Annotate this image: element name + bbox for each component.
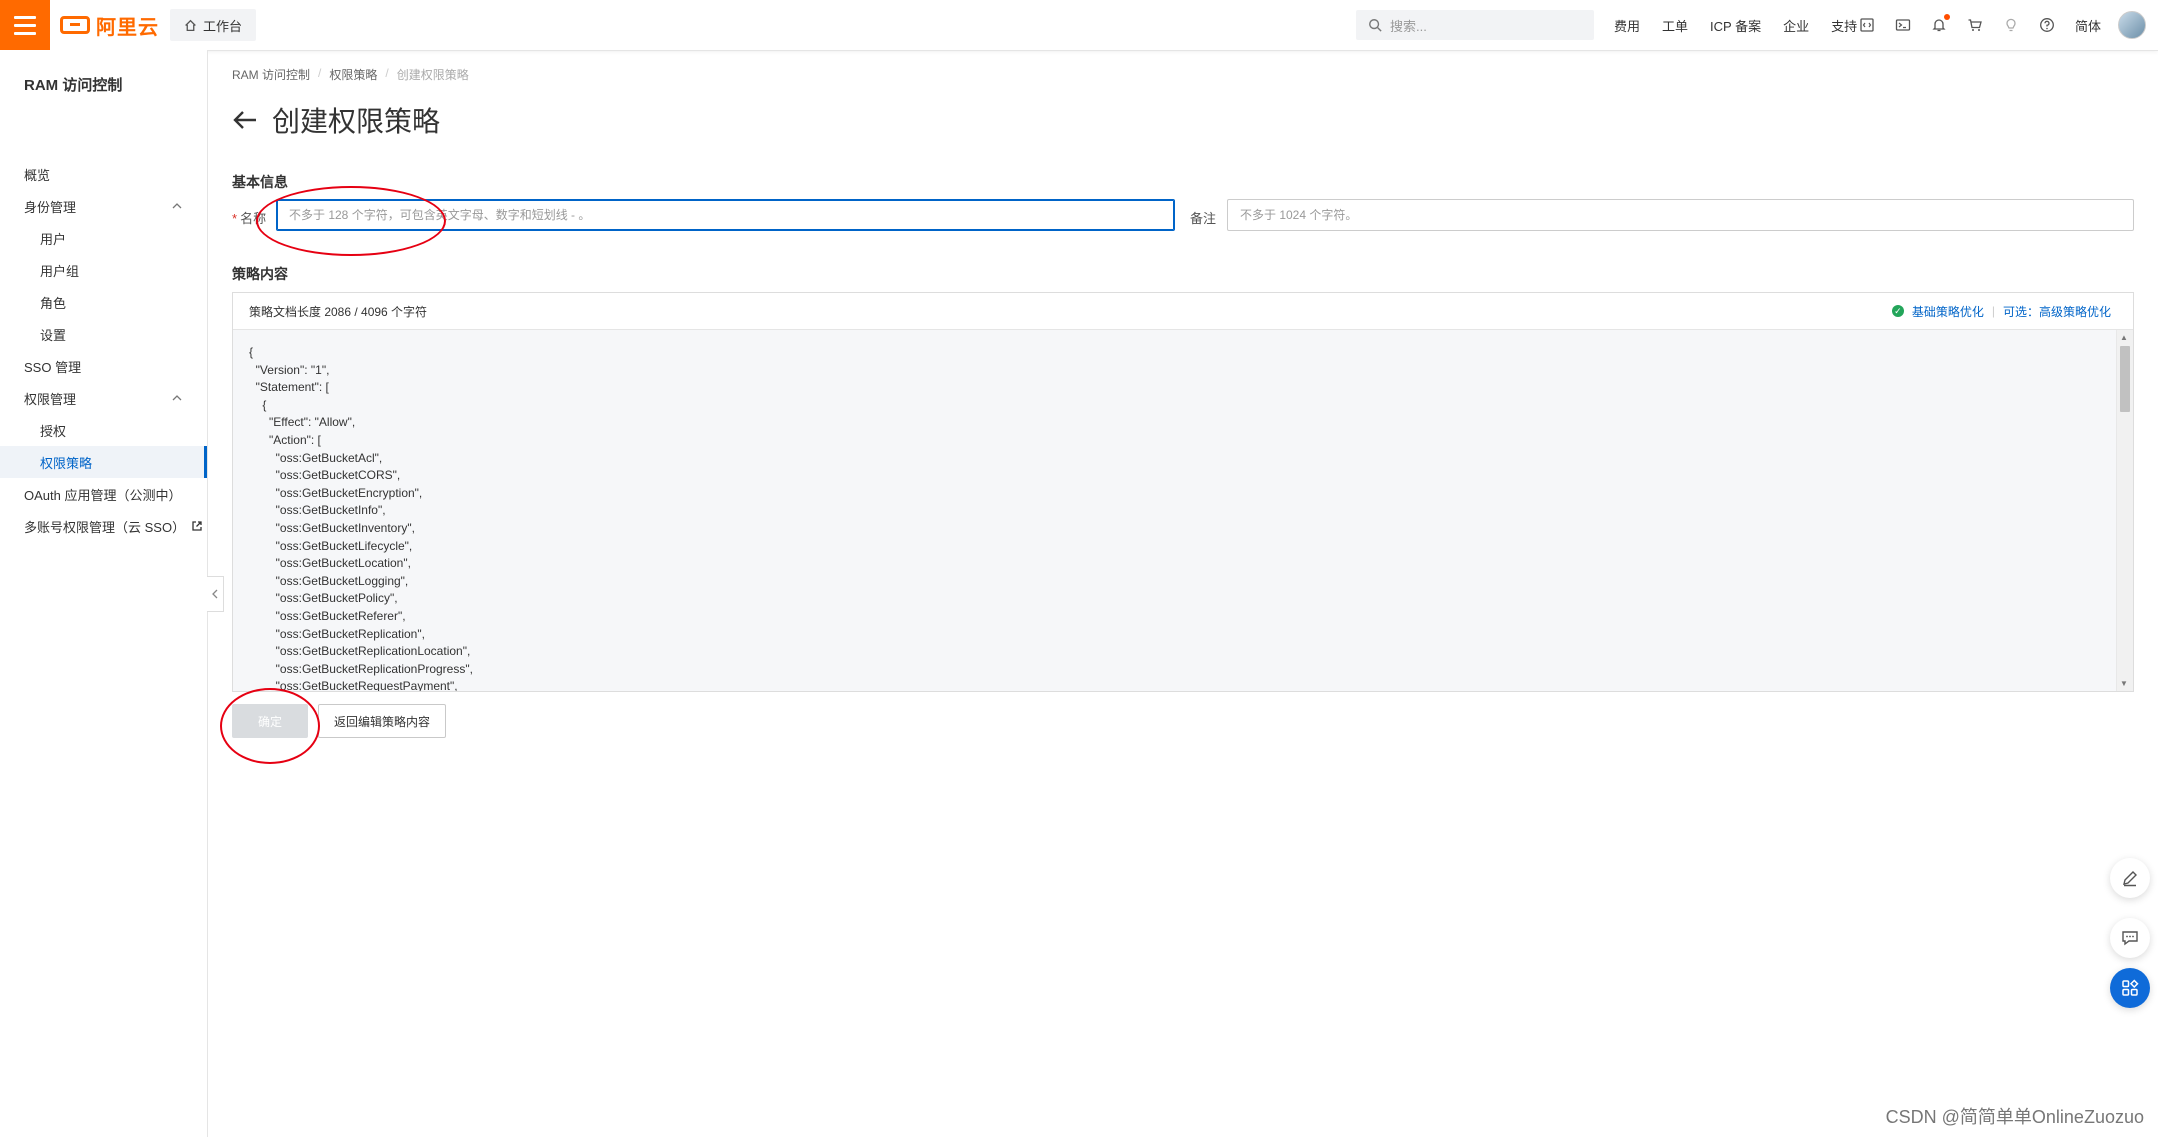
sidebar-item-label: 权限管理 [24, 391, 77, 407]
chevron-up-icon [172, 203, 182, 209]
chevron-up-icon [172, 395, 182, 401]
sidebar-item-label: 概览 [24, 167, 51, 183]
page-header: 创建权限策略 [232, 100, 440, 140]
breadcrumb-separator: / [318, 66, 322, 80]
policy-name-input[interactable] [276, 199, 1175, 231]
chevron-left-icon [212, 589, 218, 599]
basic-info-heading: 基本信息 [232, 174, 288, 190]
search-box[interactable]: 搜索... [1356, 10, 1594, 40]
back-to-edit-button[interactable]: 返回编辑策略内容 [318, 704, 446, 738]
editor-header-actions: ✓ 基础策略优化 | 可选：高级策略优化 [1891, 293, 2111, 329]
sidebar-item-settings[interactable]: 设置 [0, 318, 207, 350]
external-link-icon [192, 521, 202, 531]
cart-icon[interactable] [1966, 16, 1984, 34]
advanced-optimize-link[interactable]: 可选：高级策略优化 [2003, 303, 2111, 320]
language-switch[interactable]: 简体 [2075, 16, 2101, 35]
policy-document-area[interactable]: { "Version": "1", "Statement": [ { "Effe… [233, 330, 2133, 691]
name-label: * 名称 [232, 208, 266, 227]
sidebar-item-label: 权限策略 [40, 455, 93, 471]
top-nav-links: 费用 工单 ICP 备案 企业 支持 [1614, 0, 1857, 50]
apps-icon [2122, 979, 2139, 996]
editor-header: 策略文档长度 2086 / 4096 个字符 ✓ 基础策略优化 | 可选：高级策… [233, 293, 2133, 330]
top-nav-icons [1858, 0, 2056, 50]
policy-length-text: 策略文档长度 2086 / 4096 个字符 [249, 304, 428, 319]
brand-name: 阿里云 [96, 16, 159, 39]
sidebar-item-label: 授权 [40, 423, 67, 439]
policy-content-heading: 策略内容 [232, 266, 288, 282]
sidebar-item-users[interactable]: 用户 [0, 222, 207, 254]
feedback-float-button[interactable] [2110, 918, 2150, 958]
remark-input[interactable] [1227, 199, 2134, 231]
search-placeholder: 搜索... [1390, 18, 1427, 34]
sidebar-item-multi-account[interactable]: 多账号权限管理（云 SSO） [0, 510, 207, 542]
menu-icon[interactable] [0, 0, 50, 50]
sidebar: RAM 访问控制 概览 身份管理 用户 用户组 角色 设置 SSO 管理 权限管… [0, 50, 208, 1137]
divider: | [1991, 304, 1995, 318]
watermark: CSDN @简简单单OnlineZuozuo [1885, 1107, 2144, 1127]
sidebar-item-identity[interactable]: 身份管理 [0, 190, 207, 222]
sidebar-item-label: 设置 [40, 327, 67, 343]
sidebar-item-permissions[interactable]: 权限管理 [0, 382, 207, 414]
remark-label: 备注 [1190, 211, 1217, 226]
sidebar-item-oauth[interactable]: OAuth 应用管理（公测中） [0, 478, 207, 510]
nav-link-support[interactable]: 支持 [1831, 16, 1857, 35]
basic-optimize-link[interactable]: 基础策略优化 [1912, 303, 1984, 320]
breadcrumb-item-policies[interactable]: 权限策略 [329, 66, 377, 83]
sidebar-item-sso[interactable]: SSO 管理 [0, 350, 207, 382]
sidebar-item-overview[interactable]: 概览 [0, 158, 207, 190]
edit-icon [2123, 871, 2137, 887]
sidebar-item-label: 身份管理 [24, 199, 77, 215]
sidebar-item-grants[interactable]: 授权 [0, 414, 207, 446]
edit-float-button[interactable] [2110, 858, 2150, 898]
nav-link-ticket[interactable]: 工单 [1662, 16, 1688, 35]
sidebar-collapse-button[interactable] [207, 576, 224, 612]
top-bar: 阿里云 工作台 搜索... 费用 工单 ICP 备案 企业 支持 简体 [0, 0, 2158, 51]
policy-editor: 策略文档长度 2086 / 4096 个字符 ✓ 基础策略优化 | 可选：高级策… [232, 292, 2134, 692]
scrollbar-thumb[interactable] [2120, 346, 2130, 412]
policy-document-text[interactable]: { "Version": "1", "Statement": [ { "Effe… [233, 330, 2133, 691]
breadcrumb-item-current: 创建权限策略 [396, 68, 469, 82]
aliyun-logo-mark [60, 16, 90, 34]
required-mark: * [232, 211, 238, 226]
help-icon[interactable] [2038, 16, 2056, 34]
sidebar-title: RAM 访问控制 [24, 77, 123, 94]
name-label-text: 名称 [240, 211, 267, 226]
workbench-button[interactable]: 工作台 [170, 9, 257, 41]
sidebar-item-roles[interactable]: 角色 [0, 286, 207, 318]
breadcrumb: RAM 访问控制 / 权限策略 / 创建权限策略 [232, 66, 469, 83]
workbench-label: 工作台 [203, 18, 243, 34]
nav-link-billing[interactable]: 费用 [1614, 16, 1640, 35]
sidebar-item-policies[interactable]: 权限策略 [0, 446, 207, 478]
bulb-icon[interactable] [2002, 16, 2020, 34]
sidebar-item-label: SSO 管理 [24, 359, 82, 375]
aliyun-logo[interactable]: 阿里云 [60, 12, 159, 39]
nav-link-icp[interactable]: ICP 备案 [1710, 16, 1761, 35]
bell-icon[interactable] [1930, 14, 1950, 34]
scroll-down-arrow[interactable]: ▼ [2120, 679, 2128, 688]
home-icon [185, 19, 196, 31]
notification-dot [1944, 14, 1950, 20]
chat-icon [2122, 931, 2138, 946]
apps-float-button[interactable] [2110, 968, 2150, 1008]
breadcrumb-item-ram[interactable]: RAM 访问控制 [232, 66, 310, 83]
page-title: 创建权限策略 [272, 106, 441, 137]
sidebar-item-groups[interactable]: 用户组 [0, 254, 207, 286]
sidebar-item-label: 用户组 [40, 263, 80, 279]
sidebar-item-label: OAuth 应用管理（公测中） [24, 487, 182, 503]
sidebar-item-label: 角色 [40, 295, 67, 311]
user-avatar[interactable] [2118, 11, 2146, 39]
nav-link-enterprise[interactable]: 企业 [1783, 16, 1809, 35]
editor-scrollbar[interactable]: ▲ ▼ [2116, 330, 2133, 691]
search-icon [1369, 19, 1382, 32]
code-icon[interactable] [1858, 16, 1876, 34]
check-circle-icon: ✓ [1891, 305, 1904, 317]
sidebar-item-label: 多账号权限管理（云 SSO） [24, 519, 186, 535]
breadcrumb-separator: / [385, 66, 389, 80]
confirm-button[interactable]: 确定 [232, 704, 308, 738]
back-arrow-icon[interactable] [232, 109, 258, 131]
scroll-up-arrow[interactable]: ▲ [2120, 333, 2128, 342]
terminal-icon[interactable] [1894, 16, 1912, 34]
sidebar-item-label: 用户 [40, 231, 67, 247]
